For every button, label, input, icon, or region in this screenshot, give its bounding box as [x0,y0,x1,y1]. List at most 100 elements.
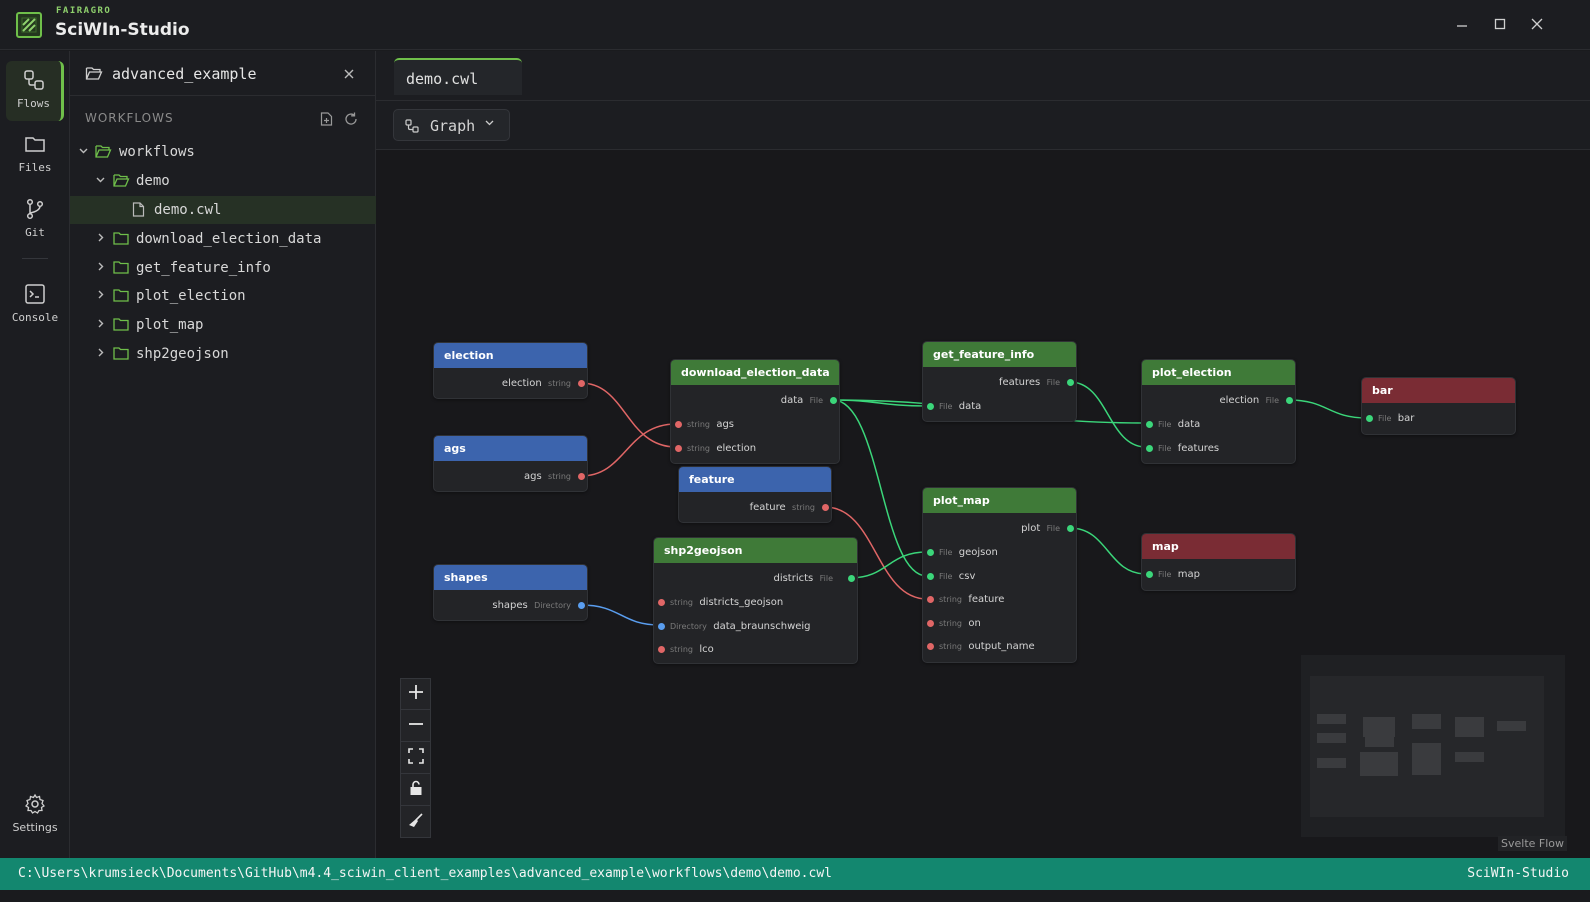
node-title: get_feature_info [923,342,1076,367]
step-node-get-feature-info[interactable]: get_feature_info features File File data [922,341,1077,422]
tree-folder-get-feature-info[interactable]: get_feature_info [70,254,376,282]
port-handle[interactable] [674,444,683,453]
title-bar: FAIRAGRO SciWIn-Studio [0,0,1590,50]
minimap[interactable] [1301,655,1565,837]
activity-git[interactable]: Git [6,190,64,250]
chevron-right-icon [95,232,107,244]
tab-demo-cwl[interactable]: demo.cwl [394,58,522,95]
activity-settings[interactable]: Settings [6,785,64,845]
output-port-data: data File [780,395,823,406]
tree-item-label: plot_election [136,288,246,304]
output-port-features: features File [998,377,1060,388]
port-handle[interactable] [926,642,935,651]
refresh-button[interactable] [344,111,358,130]
minimap-node [1363,717,1395,737]
folder-open-icon [113,173,130,192]
folder-icon [113,288,130,307]
tree-folder-download-election-data[interactable]: download_election_data [70,225,376,253]
lock-toggle-button[interactable] [401,775,431,806]
fit-view-button[interactable] [401,743,431,774]
input-port-ags: string ags [687,419,735,430]
port-handle[interactable] [926,595,935,604]
minimize-button[interactable] [1452,15,1472,35]
port-handle[interactable] [577,379,586,388]
node-title: download_election_data [671,360,839,385]
maximize-button[interactable] [1490,15,1510,35]
port-handle[interactable] [829,396,838,405]
minimap-node [1365,737,1394,747]
step-node-plot-election[interactable]: plot_election election File File data Fi… [1141,359,1296,464]
port-handle[interactable] [926,572,935,581]
port-handle[interactable] [657,645,666,654]
minimap-node [1412,714,1441,729]
port-handle[interactable] [577,472,586,481]
close-window-button[interactable] [1527,15,1547,35]
node-title: ags [434,436,587,461]
tree-folder-workflows[interactable]: workflows [70,138,376,166]
port-handle[interactable] [1285,396,1294,405]
new-workflow-button[interactable] [320,111,333,130]
minus-icon [409,723,423,725]
tree-folder-shp2geojson[interactable]: shp2geojson [70,340,376,368]
input-port-feature: string feature [939,594,1005,605]
activity-flows[interactable]: Flows [6,61,64,121]
activity-console[interactable]: Console [6,275,64,335]
port-handle[interactable] [1145,570,1154,579]
port-handle[interactable] [674,420,683,429]
broom-icon [409,813,423,827]
close-project-button[interactable] [343,65,357,79]
folder-icon [113,260,130,279]
port-handle[interactable] [1066,378,1075,387]
chevron-down-icon [484,117,495,131]
auto-layout-button[interactable] [401,807,431,838]
output-node-map[interactable]: map File map [1141,533,1296,591]
tree-folder-plot-map[interactable]: plot_map [70,311,376,339]
output-node-bar[interactable]: bar File bar [1361,377,1516,435]
workflow-canvas[interactable]: election election string ags ags string … [376,150,1590,858]
tree-item-label: demo [136,173,170,189]
close-icon [1531,18,1543,30]
step-node-download-election-data[interactable]: download_election_data data File string … [670,359,840,464]
minimap-node [1455,717,1484,737]
input-node-shapes[interactable]: shapes shapes Directory [433,564,588,621]
output-port-ags: ags string [523,471,571,482]
port-handle[interactable] [657,622,666,631]
chevron-right-icon [95,261,107,273]
port-handle[interactable] [657,598,666,607]
tree-file-demo-cwl[interactable]: demo.cwl [70,196,376,224]
step-node-shp2geojson[interactable]: shp2geojson districts File string distri… [653,537,858,664]
port-handle[interactable] [1066,524,1075,533]
zoom-in-button[interactable] [401,679,431,710]
tree-item-label: download_election_data [136,231,322,247]
status-app-name: SciWIn-Studio [1467,866,1569,881]
port-handle[interactable] [847,574,856,583]
gear-icon [25,793,45,814]
port-handle[interactable] [821,503,830,512]
port-handle[interactable] [926,402,935,411]
step-node-plot-map[interactable]: plot_map plot File File geojson File csv… [922,487,1077,663]
explorer-panel: advanced_example WORKFLOWS workflows dem… [70,51,376,858]
maximize-icon [1494,18,1506,30]
svelte-flow-attribution[interactable]: Svelte Flow [1498,836,1568,851]
input-node-election[interactable]: election election string [433,342,588,399]
activity-files[interactable]: Files [6,125,64,185]
activity-label: Settings [12,821,58,834]
port-handle[interactable] [926,619,935,628]
port-handle[interactable] [1145,444,1154,453]
port-handle[interactable] [577,601,586,610]
port-handle[interactable] [1365,414,1374,423]
input-node-feature[interactable]: feature feature string [678,466,832,523]
port-handle[interactable] [1145,420,1154,429]
zoom-out-button[interactable] [401,711,431,742]
output-port-shapes: shapes Directory [492,600,571,611]
view-mode-select[interactable]: Graph [393,109,510,141]
tree-folder-plot-election[interactable]: plot_election [70,282,376,310]
workflows-section-title: WORKFLOWS [85,111,174,125]
fit-view-icon [408,748,424,764]
port-handle[interactable] [926,548,935,557]
activity-label: Git [25,226,45,239]
output-port-election: election string [501,378,571,389]
project-header: advanced_example [70,51,376,96]
input-node-ags[interactable]: ags ags string [433,435,588,492]
tree-folder-demo[interactable]: demo [70,167,376,195]
